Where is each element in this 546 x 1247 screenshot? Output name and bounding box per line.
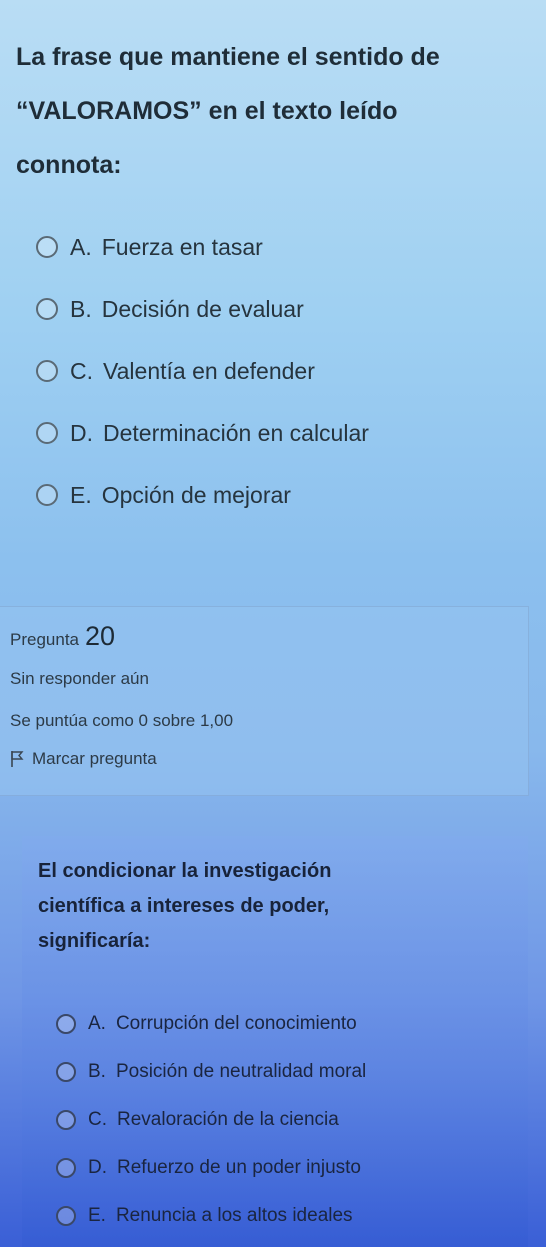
question-number: Pregunta 20 <box>10 621 115 652</box>
flag-question-link[interactable]: Marcar pregunta <box>10 749 157 769</box>
question-text-line: La frase que mantiene el sentido de <box>16 43 440 71</box>
question-19-block: La frase que mantiene el sentido de “VAL… <box>0 0 546 560</box>
flag-icon[interactable] <box>10 750 24 768</box>
answer-option-e[interactable]: E. Renuncia a los altos ideales <box>56 1192 366 1240</box>
option-text: Opción de mejorar <box>101 481 291 508</box>
radio-button[interactable] <box>56 1110 76 1130</box>
radio-button[interactable] <box>36 422 58 444</box>
radio-button[interactable] <box>36 236 58 258</box>
answer-options-list: A. Fuerza en tasar B. Decisión de evalua… <box>36 216 369 526</box>
answer-option-d[interactable]: D. Refuerzo de un poder injusto <box>56 1144 366 1192</box>
option-letter: E. <box>88 1205 106 1226</box>
question-text-line: El condicionar la investigación <box>38 860 332 882</box>
answer-option-e[interactable]: E. Opción de mejorar <box>36 464 369 526</box>
radio-button[interactable] <box>36 484 58 506</box>
question-number-value: 20 <box>85 621 116 651</box>
option-letter: E. <box>70 481 92 508</box>
option-text: Decisión de evaluar <box>101 295 304 322</box>
radio-button[interactable] <box>56 1158 76 1178</box>
question-text-line: “VALORAMOS” en el texto leído <box>16 97 398 125</box>
radio-button[interactable] <box>36 360 58 382</box>
option-text: Renuncia a los altos ideales <box>115 1205 353 1226</box>
option-letter: B. <box>70 295 92 322</box>
question-19-text: La frase que mantiene el sentido de “VAL… <box>16 30 516 192</box>
question-text-line: significaría: <box>38 930 151 952</box>
radio-button[interactable] <box>56 1062 76 1082</box>
answer-options-list: A. Corrupción del conocimiento B. Posici… <box>56 1000 366 1240</box>
option-letter: B. <box>88 1061 106 1082</box>
answer-option-d[interactable]: D. Determinación en calcular <box>36 402 369 464</box>
option-text: Corrupción del conocimiento <box>115 1013 357 1034</box>
answer-option-b[interactable]: B. Decisión de evaluar <box>36 278 369 340</box>
option-text: Refuerzo de un poder injusto <box>117 1157 361 1178</box>
answer-option-a[interactable]: A. Corrupción del conocimiento <box>56 1000 366 1048</box>
option-text: Revaloración de la ciencia <box>117 1109 339 1130</box>
answer-option-c[interactable]: C. Revaloración de la ciencia <box>56 1096 366 1144</box>
answer-option-a[interactable]: A. Fuerza en tasar <box>36 216 369 278</box>
question-text-line: connota: <box>16 151 122 179</box>
answer-option-b[interactable]: B. Posición de neutralidad moral <box>56 1048 366 1096</box>
question-score: Se puntúa como 0 sobre 1,00 <box>10 711 234 730</box>
option-letter: A. <box>70 233 92 260</box>
question-info-panel: Pregunta 20 Sin responder aún Se puntúa … <box>0 606 529 796</box>
question-20-block: El condicionar la investigación científi… <box>22 836 528 1247</box>
radio-button[interactable] <box>56 1014 76 1034</box>
question-number-label: Pregunta <box>10 630 79 649</box>
flag-question-label: Marcar pregunta <box>32 749 157 768</box>
question-status: Sin responder aún <box>10 669 149 688</box>
option-letter: C. <box>70 357 93 384</box>
answer-option-c[interactable]: C. Valentía en defender <box>36 340 369 402</box>
option-letter: C. <box>88 1109 107 1130</box>
question-text-line: científica a intereses de poder, <box>38 895 330 917</box>
option-text: Fuerza en tasar <box>101 233 263 260</box>
radio-button[interactable] <box>36 298 58 320</box>
option-letter: D. <box>70 419 93 446</box>
radio-button[interactable] <box>56 1206 76 1226</box>
option-letter: A. <box>88 1013 106 1034</box>
option-text: Posición de neutralidad moral <box>115 1061 367 1082</box>
option-text: Determinación en calcular <box>103 419 369 446</box>
option-letter: D. <box>88 1157 107 1178</box>
question-20-text: El condicionar la investigación científi… <box>38 854 508 959</box>
option-text: Valentía en defender <box>103 357 315 384</box>
